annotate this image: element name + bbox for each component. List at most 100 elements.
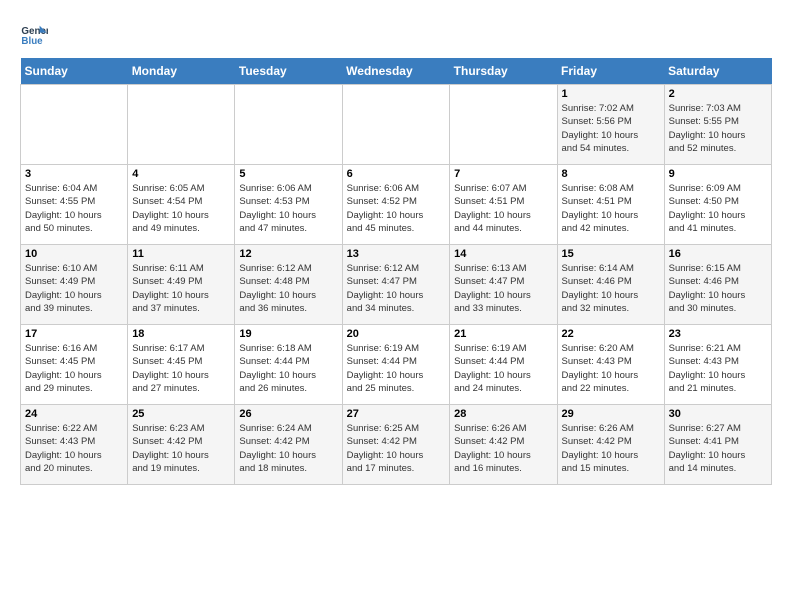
day-cell: 25 Sunrise: 6:23 AM Sunset: 4:42 PM Dayli…	[128, 405, 235, 485]
day-number: 1	[562, 88, 660, 100]
week-row-3: 10Sunrise: 6:10 AM Sunset: 4:49 PM Dayli…	[21, 245, 772, 325]
day-number: 9	[669, 168, 767, 180]
day-info: Sunrise: 6:26 AM Sunset: 4:42 PM Dayligh…	[562, 422, 660, 475]
day-number: 23	[669, 328, 767, 340]
day-number: 20	[347, 328, 446, 340]
day-number: 26	[239, 408, 337, 420]
day-cell: 27 Sunrise: 6:25 AM Sunset: 4:42 PM Dayli…	[342, 405, 450, 485]
day-cell: 29 Sunrise: 6:26 AM Sunset: 4:42 PM Dayli…	[557, 405, 664, 485]
day-cell: 1 Sunrise: 7:02 AM Sunset: 5:56 PM Daylig…	[557, 85, 664, 165]
column-header-monday: Monday	[128, 58, 235, 85]
column-header-wednesday: Wednesday	[342, 58, 450, 85]
logo: General Blue	[20, 20, 52, 48]
day-number: 6	[347, 168, 446, 180]
column-header-saturday: Saturday	[664, 58, 771, 85]
day-number: 22	[562, 328, 660, 340]
day-cell: 5 Sunrise: 6:06 AM Sunset: 4:53 PM Daylig…	[235, 165, 342, 245]
day-cell: 22 Sunrise: 6:20 AM Sunset: 4:43 PM Dayli…	[557, 325, 664, 405]
day-info: Sunrise: 6:06 AM Sunset: 4:53 PM Dayligh…	[239, 182, 337, 235]
day-info: Sunrise: 6:14 AM Sunset: 4:46 PM Dayligh…	[562, 262, 660, 315]
day-info: Sunrise: 6:27 AM Sunset: 4:41 PM Dayligh…	[669, 422, 767, 475]
logo-icon: General Blue	[20, 20, 48, 48]
day-cell: 24 Sunrise: 6:22 AM Sunset: 4:43 PM Dayli…	[21, 405, 128, 485]
day-number: 29	[562, 408, 660, 420]
day-number: 7	[454, 168, 552, 180]
day-info: Sunrise: 6:06 AM Sunset: 4:52 PM Dayligh…	[347, 182, 446, 235]
day-cell: 19 Sunrise: 6:18 AM Sunset: 4:44 PM Dayli…	[235, 325, 342, 405]
day-info: Sunrise: 6:12 AM Sunset: 4:47 PM Dayligh…	[347, 262, 446, 315]
day-cell: 18 Sunrise: 6:17 AM Sunset: 4:45 PM Dayli…	[128, 325, 235, 405]
day-number: 13	[347, 248, 446, 260]
day-info: Sunrise: 6:21 AM Sunset: 4:43 PM Dayligh…	[669, 342, 767, 395]
day-cell	[21, 85, 128, 165]
week-row-2: 3Sunrise: 6:04 AM Sunset: 4:55 PM Daylig…	[21, 165, 772, 245]
day-info: Sunrise: 6:15 AM Sunset: 4:46 PM Dayligh…	[669, 262, 767, 315]
day-cell: 21Sunrise: 6:19 AM Sunset: 4:44 PM Dayli…	[450, 325, 557, 405]
day-cell	[235, 85, 342, 165]
day-cell: 28 Sunrise: 6:26 AM Sunset: 4:42 PM Dayli…	[450, 405, 557, 485]
day-number: 5	[239, 168, 337, 180]
day-cell: 4 Sunrise: 6:05 AM Sunset: 4:54 PM Daylig…	[128, 165, 235, 245]
day-cell	[128, 85, 235, 165]
day-info: Sunrise: 7:02 AM Sunset: 5:56 PM Dayligh…	[562, 102, 660, 155]
day-info: Sunrise: 6:19 AM Sunset: 4:44 PM Dayligh…	[347, 342, 446, 395]
day-cell: 11 Sunrise: 6:11 AM Sunset: 4:49 PM Dayli…	[128, 245, 235, 325]
day-number: 17	[25, 328, 123, 340]
day-cell: 16 Sunrise: 6:15 AM Sunset: 4:46 PM Dayli…	[664, 245, 771, 325]
day-info: Sunrise: 6:26 AM Sunset: 4:42 PM Dayligh…	[454, 422, 552, 475]
day-info: Sunrise: 6:23 AM Sunset: 4:42 PM Dayligh…	[132, 422, 230, 475]
day-number: 16	[669, 248, 767, 260]
day-number: 24	[25, 408, 123, 420]
day-info: Sunrise: 6:12 AM Sunset: 4:48 PM Dayligh…	[239, 262, 337, 315]
day-cell: 23 Sunrise: 6:21 AM Sunset: 4:43 PM Dayli…	[664, 325, 771, 405]
day-info: Sunrise: 6:08 AM Sunset: 4:51 PM Dayligh…	[562, 182, 660, 235]
day-number: 15	[562, 248, 660, 260]
day-info: Sunrise: 6:11 AM Sunset: 4:49 PM Dayligh…	[132, 262, 230, 315]
day-info: Sunrise: 6:17 AM Sunset: 4:45 PM Dayligh…	[132, 342, 230, 395]
day-info: Sunrise: 7:03 AM Sunset: 5:55 PM Dayligh…	[669, 102, 767, 155]
day-cell: 20 Sunrise: 6:19 AM Sunset: 4:44 PM Dayli…	[342, 325, 450, 405]
day-info: Sunrise: 6:04 AM Sunset: 4:55 PM Dayligh…	[25, 182, 123, 235]
day-info: Sunrise: 6:22 AM Sunset: 4:43 PM Dayligh…	[25, 422, 123, 475]
day-number: 2	[669, 88, 767, 100]
day-cell: 8Sunrise: 6:08 AM Sunset: 4:51 PM Daylig…	[557, 165, 664, 245]
day-cell	[450, 85, 557, 165]
day-cell: 10Sunrise: 6:10 AM Sunset: 4:49 PM Dayli…	[21, 245, 128, 325]
day-number: 25	[132, 408, 230, 420]
day-cell	[342, 85, 450, 165]
day-info: Sunrise: 6:07 AM Sunset: 4:51 PM Dayligh…	[454, 182, 552, 235]
day-number: 27	[347, 408, 446, 420]
day-cell: 14Sunrise: 6:13 AM Sunset: 4:47 PM Dayli…	[450, 245, 557, 325]
day-cell: 15 Sunrise: 6:14 AM Sunset: 4:46 PM Dayli…	[557, 245, 664, 325]
column-header-sunday: Sunday	[21, 58, 128, 85]
column-header-friday: Friday	[557, 58, 664, 85]
day-number: 4	[132, 168, 230, 180]
day-number: 11	[132, 248, 230, 260]
day-info: Sunrise: 6:24 AM Sunset: 4:42 PM Dayligh…	[239, 422, 337, 475]
day-number: 18	[132, 328, 230, 340]
day-info: Sunrise: 6:09 AM Sunset: 4:50 PM Dayligh…	[669, 182, 767, 235]
column-header-thursday: Thursday	[450, 58, 557, 85]
day-cell: 26 Sunrise: 6:24 AM Sunset: 4:42 PM Dayli…	[235, 405, 342, 485]
day-number: 14	[454, 248, 552, 260]
day-info: Sunrise: 6:16 AM Sunset: 4:45 PM Dayligh…	[25, 342, 123, 395]
day-info: Sunrise: 6:25 AM Sunset: 4:42 PM Dayligh…	[347, 422, 446, 475]
day-cell: 9 Sunrise: 6:09 AM Sunset: 4:50 PM Daylig…	[664, 165, 771, 245]
header-row: SundayMondayTuesdayWednesdayThursdayFrid…	[21, 58, 772, 85]
day-info: Sunrise: 6:05 AM Sunset: 4:54 PM Dayligh…	[132, 182, 230, 235]
day-cell: 30 Sunrise: 6:27 AM Sunset: 4:41 PM Dayli…	[664, 405, 771, 485]
calendar-table: SundayMondayTuesdayWednesdayThursdayFrid…	[20, 58, 772, 485]
column-header-tuesday: Tuesday	[235, 58, 342, 85]
page-header: General Blue	[20, 20, 772, 48]
day-number: 19	[239, 328, 337, 340]
day-cell: 17 Sunrise: 6:16 AM Sunset: 4:45 PM Dayli…	[21, 325, 128, 405]
day-number: 28	[454, 408, 552, 420]
day-cell: 13 Sunrise: 6:12 AM Sunset: 4:47 PM Dayli…	[342, 245, 450, 325]
day-cell: 7 Sunrise: 6:07 AM Sunset: 4:51 PM Daylig…	[450, 165, 557, 245]
day-info: Sunrise: 6:18 AM Sunset: 4:44 PM Dayligh…	[239, 342, 337, 395]
day-info: Sunrise: 6:20 AM Sunset: 4:43 PM Dayligh…	[562, 342, 660, 395]
day-number: 30	[669, 408, 767, 420]
week-row-5: 24 Sunrise: 6:22 AM Sunset: 4:43 PM Dayli…	[21, 405, 772, 485]
day-number: 10	[25, 248, 123, 260]
day-cell: 2 Sunrise: 7:03 AM Sunset: 5:55 PM Daylig…	[664, 85, 771, 165]
